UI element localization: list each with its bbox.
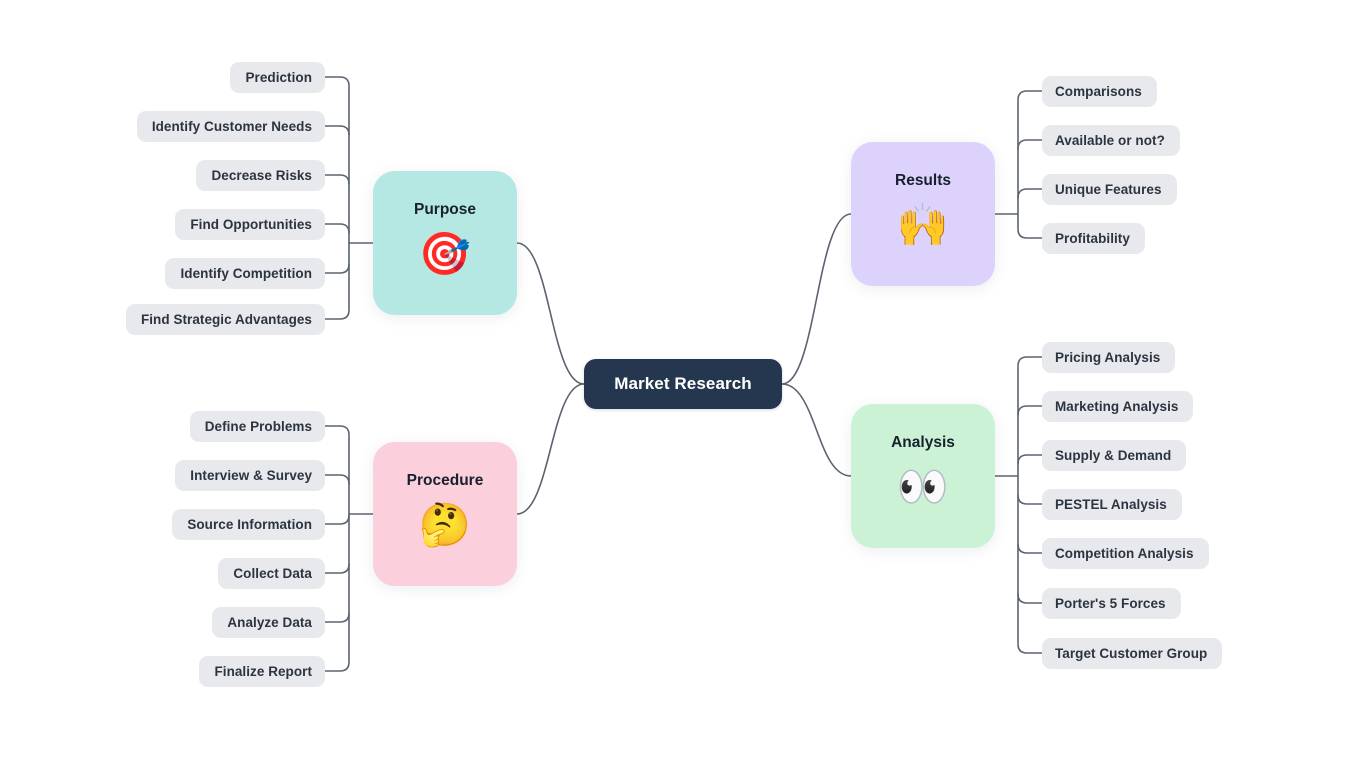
leaf-node[interactable]: PESTEL Analysis (1042, 488, 1182, 520)
leaf-node[interactable]: Define Problems (190, 410, 325, 442)
leaf-node-label: Unique Features (1055, 181, 1162, 197)
leaf-node-label: Supply & Demand (1055, 447, 1172, 463)
leaf-node[interactable]: Decrease Risks (196, 159, 325, 191)
leaf-node-label: Available or not? (1055, 132, 1165, 148)
branch-title-procedure: Procedure (406, 472, 484, 489)
leaf-node-label: Profitability (1055, 230, 1130, 246)
leaf-node[interactable]: Profitability (1042, 222, 1145, 254)
leaf-connector (1017, 139, 1043, 150)
leaf-connector (1017, 543, 1043, 554)
leaf-connector (324, 563, 350, 574)
leaf-node[interactable]: Target Customer Group (1042, 637, 1222, 669)
leaf-connector (1017, 90, 1043, 101)
leaf-node[interactable]: Find Opportunities (175, 208, 325, 240)
leaf-node-label: Find Strategic Advantages (140, 311, 312, 327)
leaf-connector (324, 76, 350, 87)
branch-title-results: Results (895, 172, 951, 189)
leaf-connector (324, 174, 350, 185)
leaf-node[interactable]: Competition Analysis (1042, 537, 1209, 569)
branch-node-analysis[interactable]: Analysis 👀 (851, 404, 995, 548)
leaf-connector (1017, 593, 1043, 604)
leaf-node-label: Source Information (187, 516, 312, 532)
leaf-connector (324, 514, 350, 525)
leaf-connector (324, 425, 350, 436)
leaf-node-label: Finalize Report (214, 663, 312, 679)
leaf-node[interactable]: Collect Data (218, 557, 325, 589)
leaf-node[interactable]: Pricing Analysis (1042, 341, 1175, 373)
leaf-node[interactable]: Identify Customer Needs (137, 110, 325, 142)
leaf-node-label: Decrease Risks (211, 167, 312, 183)
leaf-connector (1017, 643, 1043, 654)
leaf-connector (1017, 356, 1043, 367)
center-edge-results (781, 213, 852, 385)
leaf-connector (1017, 405, 1043, 416)
leaf-connector (1017, 494, 1043, 505)
center-edge-purpose (516, 242, 585, 385)
center-edge-analysis (781, 383, 852, 477)
leaf-node[interactable]: Analyze Data (212, 606, 325, 638)
center-node-label: Market Research (614, 374, 752, 393)
leaf-node[interactable]: Find Strategic Advantages (126, 303, 325, 335)
leaf-connector (324, 223, 350, 234)
mindmap-canvas: Market Research Purpose 🎯 Procedure 🤔 Re… (0, 0, 1366, 768)
direct-hit-target-icon: 🎯 (418, 229, 472, 278)
leaf-node-label: Pricing Analysis (1055, 349, 1161, 365)
leaf-node[interactable]: Marketing Analysis (1042, 390, 1193, 422)
eyes-icon: 👀 (896, 462, 950, 511)
leaf-node-label: Target Customer Group (1055, 645, 1208, 661)
leaf-node-label: Competition Analysis (1055, 545, 1194, 561)
branch-node-results[interactable]: Results 🙌 (851, 142, 995, 286)
leaf-node-label: Comparisons (1055, 83, 1142, 99)
leaf-connector (324, 309, 350, 320)
leaf-node-label: Define Problems (204, 418, 312, 434)
center-node[interactable]: Market Research (584, 359, 782, 409)
leaf-node[interactable]: Comparisons (1042, 75, 1157, 107)
leaf-connector (1017, 228, 1043, 239)
leaf-node[interactable]: Prediction (230, 61, 325, 93)
leaf-node-label: Prediction (245, 69, 312, 85)
leaf-node-label: PESTEL Analysis (1055, 496, 1167, 512)
leaf-connector (1017, 188, 1043, 199)
leaf-node-label: Collect Data (233, 565, 312, 581)
leaf-connector (324, 125, 350, 136)
leaf-connector (324, 661, 350, 672)
branch-node-purpose[interactable]: Purpose 🎯 (373, 171, 517, 315)
leaf-connector (324, 612, 350, 623)
leaf-node[interactable]: Identify Competition (165, 257, 325, 289)
branch-node-procedure[interactable]: Procedure 🤔 (373, 442, 517, 586)
center-edge-procedure (516, 383, 585, 515)
leaf-node-label: Find Opportunities (190, 216, 312, 232)
leaf-node[interactable]: Interview & Survey (175, 459, 325, 491)
leaf-node[interactable]: Supply & Demand (1042, 439, 1186, 471)
leaf-connector (324, 263, 350, 274)
leaf-connector (1017, 454, 1043, 465)
branch-title-purpose: Purpose (413, 201, 476, 218)
leaf-node[interactable]: Unique Features (1042, 173, 1177, 205)
leaf-node-label: Porter's 5 Forces (1055, 595, 1166, 611)
leaf-node[interactable]: Available or not? (1042, 124, 1180, 156)
leaf-node[interactable]: Finalize Report (199, 655, 325, 687)
branch-title-analysis: Analysis (891, 434, 955, 451)
leaf-node[interactable]: Porter's 5 Forces (1042, 587, 1181, 619)
leaf-node-label: Marketing Analysis (1055, 398, 1179, 414)
leaf-node-label: Analyze Data (227, 614, 312, 630)
leaf-node-label: Identify Competition (180, 265, 312, 281)
leaf-node[interactable]: Source Information (172, 508, 325, 540)
leaf-node-label: Interview & Survey (190, 467, 312, 483)
leaf-node-label: Identify Customer Needs (151, 118, 312, 134)
leaf-connector (324, 474, 350, 485)
raising-hands-icon: 🙌 (896, 200, 950, 249)
thinking-face-icon: 🤔 (418, 500, 472, 549)
